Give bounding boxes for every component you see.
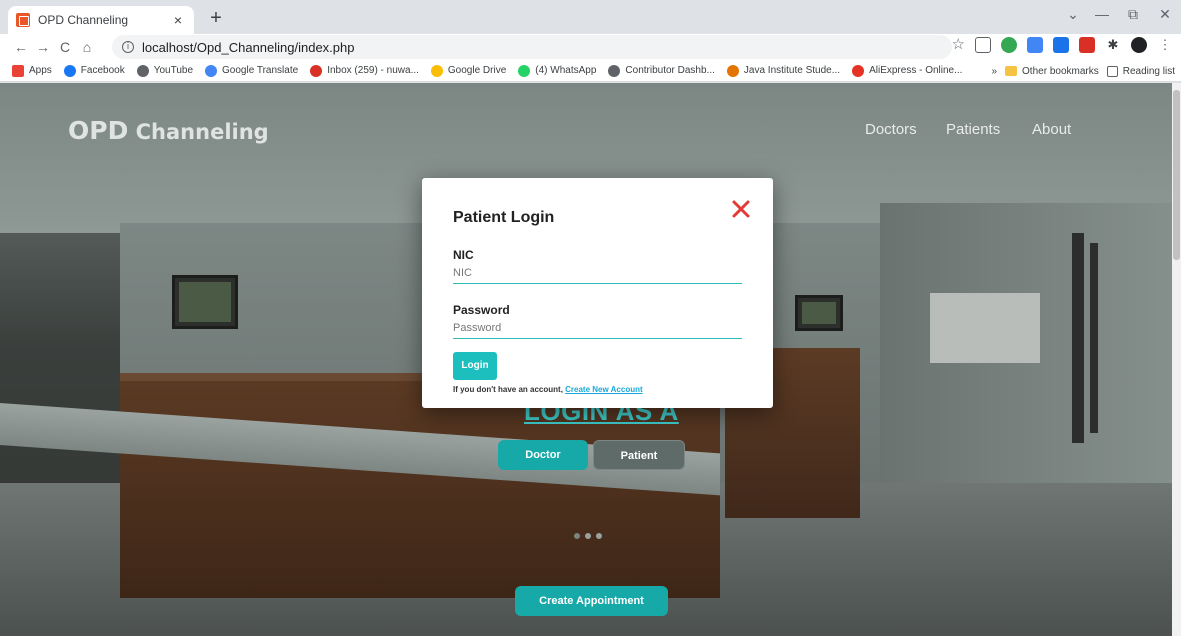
brand-sub: Channeling [135,120,269,144]
bookmark-favicon-icon [205,64,218,77]
bookmark-item[interactable]: Contributor Dashb... [608,64,715,77]
bookmark-label: Google Drive [447,65,507,76]
bookmark-item[interactable]: Google Translate [205,64,299,77]
bookmark-label: Facebook [80,65,125,76]
nav-about[interactable]: About [1032,121,1071,138]
password-label: Password [453,303,510,317]
brand-main: OPD [68,116,129,145]
signup-prompt-text: If you don't have an account, [453,385,566,394]
pdf-extension-icon[interactable] [1079,37,1095,53]
nav-doctors[interactable]: Doctors [865,121,917,138]
bookmark-favicon-icon [430,64,443,77]
tab-title: OPD Channeling [38,13,129,27]
translate-extension-icon[interactable] [1027,37,1043,53]
bookmark-favicon-icon [852,64,865,77]
extensions-area: ☆ ✱ ⋮ [952,37,1173,53]
restore-button[interactable]: ⧉ [1118,6,1148,23]
site-favicon-icon [16,13,30,27]
reading-list[interactable]: Reading list [1106,65,1175,77]
back-button[interactable]: ← [10,39,32,55]
bookmark-label: Java Institute Stude... [743,65,841,76]
doctor-role-button[interactable]: Doctor [498,440,588,470]
background-pillar [1090,243,1098,433]
bookmark-label: Google Translate [222,65,299,76]
create-account-link[interactable]: Create New Account [565,385,643,394]
bookmark-favicon-icon [136,64,149,77]
browser-tab[interactable]: OPD Channeling × [8,6,194,34]
carousel-dot[interactable] [585,533,591,539]
browser-toolbar: ← → C ⌂ i localhost/Opd_Channeling/index… [0,34,1181,60]
forward-button[interactable]: → [32,39,54,55]
bookmark-item[interactable]: Inbox (259) - nuwa... [310,64,419,77]
bookmark-item[interactable]: AliExpress - Online... [852,64,963,77]
login-button[interactable]: Login [453,352,497,380]
tab-search-icon[interactable]: ⌄ [1058,6,1088,23]
bookmark-favicon-icon [12,64,24,77]
bookmarks-bar: Apps Facebook YouTube Google Translate Inbox… [0,60,1181,82]
patient-role-button[interactable]: Patient [593,440,685,470]
background-pillar [1072,233,1084,443]
bookmark-item[interactable]: Apps [12,64,52,77]
bookmark-item[interactable]: Java Institute Stude... [726,64,841,77]
new-tab-button[interactable]: + [204,8,228,28]
url-text: localhost/Opd_Channeling/index.php [142,39,355,55]
minimize-button[interactable]: — [1087,6,1117,22]
folder-icon [1005,66,1018,76]
screenshot-extension-icon[interactable] [975,37,991,53]
bookmark-label: Inbox (259) - nuwa... [327,65,419,76]
browser-tabstrip: OPD Channeling × + ⌄ — ⧉ ✕ [0,0,1181,34]
carousel-indicators [574,533,602,539]
page-viewport: OPD Channeling Doctors Patients About LO… [0,83,1181,636]
site-brand[interactable]: OPD Channeling [68,116,269,145]
bookmark-favicon-icon [726,64,739,77]
password-input[interactable] [453,317,742,339]
site-info-icon[interactable]: i [122,41,134,53]
bookmark-label: (4) WhatsApp [535,65,597,76]
zoom-extension-icon[interactable] [1053,37,1069,53]
bookmark-favicon-icon [310,64,323,77]
bookmark-label: Contributor Dashb... [625,65,715,76]
nic-label: NIC [453,248,474,262]
bookmark-label: YouTube [153,65,194,76]
scrollbar-thumb[interactable] [1173,90,1180,260]
window-close-button[interactable]: ✕ [1150,6,1180,23]
bookmark-star-icon[interactable]: ☆ [952,37,965,53]
bookmark-favicon-icon [63,64,76,77]
bookmark-item[interactable]: YouTube [136,64,194,77]
bookmark-favicon-icon [608,64,621,77]
close-icon[interactable] [730,198,752,220]
other-bookmarks-folder[interactable]: Other bookmarks [1005,66,1099,77]
reading-list-icon [1106,65,1118,77]
bookmark-label: AliExpress - Online... [869,65,963,76]
modal-title: Patient Login [453,209,555,226]
nic-input[interactable] [453,262,742,284]
background-picture [172,275,238,329]
bookmark-favicon-icon [518,64,531,77]
address-bar[interactable]: i localhost/Opd_Channeling/index.php [112,35,952,59]
background-corridor [930,293,1040,363]
other-bookmarks-label: Other bookmarks [1022,65,1099,77]
tab-close-icon[interactable]: × [170,12,186,28]
bookmark-item[interactable]: (4) WhatsApp [518,64,597,77]
menu-kebab-icon[interactable]: ⋮ [1157,37,1173,53]
background-picture [795,295,843,331]
carousel-dot[interactable] [596,533,602,539]
create-appointment-button[interactable]: Create Appointment [515,586,668,616]
signup-prompt: If you don't have an account, Create New… [453,385,643,394]
extensions-puzzle-icon[interactable]: ✱ [1105,37,1121,53]
nav-patients[interactable]: Patients [946,121,1000,138]
bookmarks-more-icon[interactable]: » [991,66,997,77]
patient-login-modal: Patient Login NIC Password Login If you … [422,178,773,408]
home-button[interactable]: ⌂ [76,39,98,55]
carousel-dot[interactable] [574,533,580,539]
reload-button[interactable]: C [54,39,76,55]
bookmark-item[interactable]: Facebook [63,64,125,77]
bookmark-label: Apps [29,65,52,76]
bookmark-item[interactable]: Google Drive [430,64,507,77]
profile-avatar[interactable] [1131,37,1147,53]
reading-list-label: Reading list [1122,65,1175,77]
grammar-extension-icon[interactable] [1001,37,1017,53]
